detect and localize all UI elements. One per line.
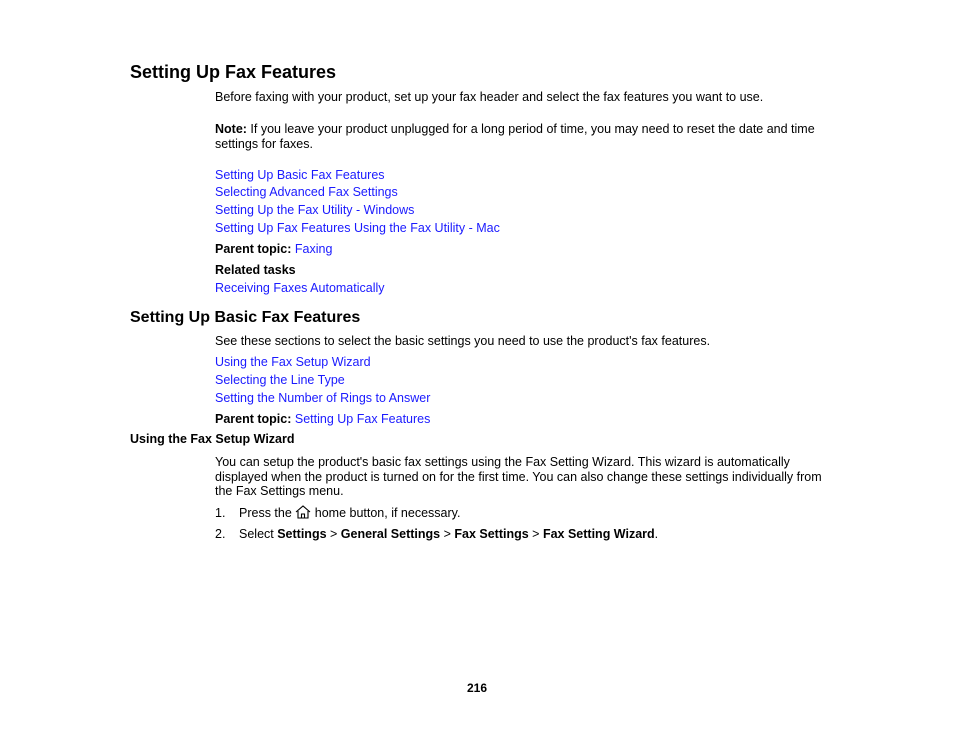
path-separator: > bbox=[440, 527, 455, 541]
step-select: Select bbox=[239, 527, 278, 541]
link-selecting-advanced-fax-settings[interactable]: Selecting Advanced Fax Settings bbox=[215, 185, 398, 200]
home-icon bbox=[295, 505, 311, 519]
step-number: 1. bbox=[215, 506, 226, 520]
step-end: . bbox=[654, 527, 659, 541]
parent-topic-1: Parent topic: Faxing bbox=[215, 242, 332, 257]
parent-topic-label: Parent topic: bbox=[215, 412, 292, 426]
parent-topic-2: Parent topic: Setting Up Fax Features bbox=[215, 412, 430, 427]
related-tasks-label: Related tasks bbox=[215, 263, 296, 277]
step-number: 2. bbox=[215, 527, 226, 541]
note-text: If you leave your product unplugged for … bbox=[215, 122, 815, 151]
link-fax-utility-windows[interactable]: Setting Up the Fax Utility - Windows bbox=[215, 203, 414, 218]
link-setting-up-basic-fax-features[interactable]: Setting Up Basic Fax Features bbox=[215, 168, 385, 183]
section2-intro: See these sections to select the basic s… bbox=[215, 334, 711, 348]
section-title-basic-fax-features: Setting Up Basic Fax Features bbox=[130, 309, 361, 326]
menu-path-fax-settings: Fax Settings bbox=[454, 527, 529, 541]
link-number-of-rings[interactable]: Setting the Number of Rings to Answer bbox=[215, 391, 430, 406]
menu-path-fax-setting-wizard: Fax Setting Wizard bbox=[542, 527, 655, 541]
menu-path-general-settings: General Settings bbox=[340, 527, 441, 541]
path-separator: > bbox=[326, 527, 341, 541]
page-number: 216 bbox=[466, 681, 488, 695]
parent-topic-label: Parent topic: bbox=[215, 242, 292, 256]
menu-path-settings: Settings bbox=[277, 527, 327, 541]
link-selecting-line-type[interactable]: Selecting the Line Type bbox=[215, 373, 345, 388]
link-setting-up-fax-features[interactable]: Setting Up Fax Features bbox=[295, 412, 430, 426]
note-label: Note: bbox=[215, 122, 247, 136]
step-text-before: Press the bbox=[239, 506, 296, 520]
section-title-fax-features: Setting Up Fax Features bbox=[130, 62, 337, 82]
section3-intro: You can setup the product's basic fax se… bbox=[215, 455, 822, 498]
link-using-fax-setup-wizard[interactable]: Using the Fax Setup Wizard bbox=[215, 355, 371, 370]
section1-intro: Before faxing with your product, set up … bbox=[215, 90, 764, 104]
step-text-after: home button, if necessary. bbox=[311, 506, 461, 520]
section-title-fax-setup-wizard: Using the Fax Setup Wizard bbox=[130, 432, 295, 446]
link-receiving-faxes-automatically[interactable]: Receiving Faxes Automatically bbox=[215, 281, 385, 296]
link-faxing[interactable]: Faxing bbox=[295, 242, 333, 256]
note-paragraph: Note: If you leave your product unplugge… bbox=[215, 122, 830, 151]
path-separator: > bbox=[528, 527, 543, 541]
link-fax-utility-mac[interactable]: Setting Up Fax Features Using the Fax Ut… bbox=[215, 221, 500, 236]
step-2: 2. Select Settings > General Settings > F… bbox=[215, 527, 658, 542]
step-1: 1. Press the home button, if necessary. bbox=[215, 505, 460, 521]
